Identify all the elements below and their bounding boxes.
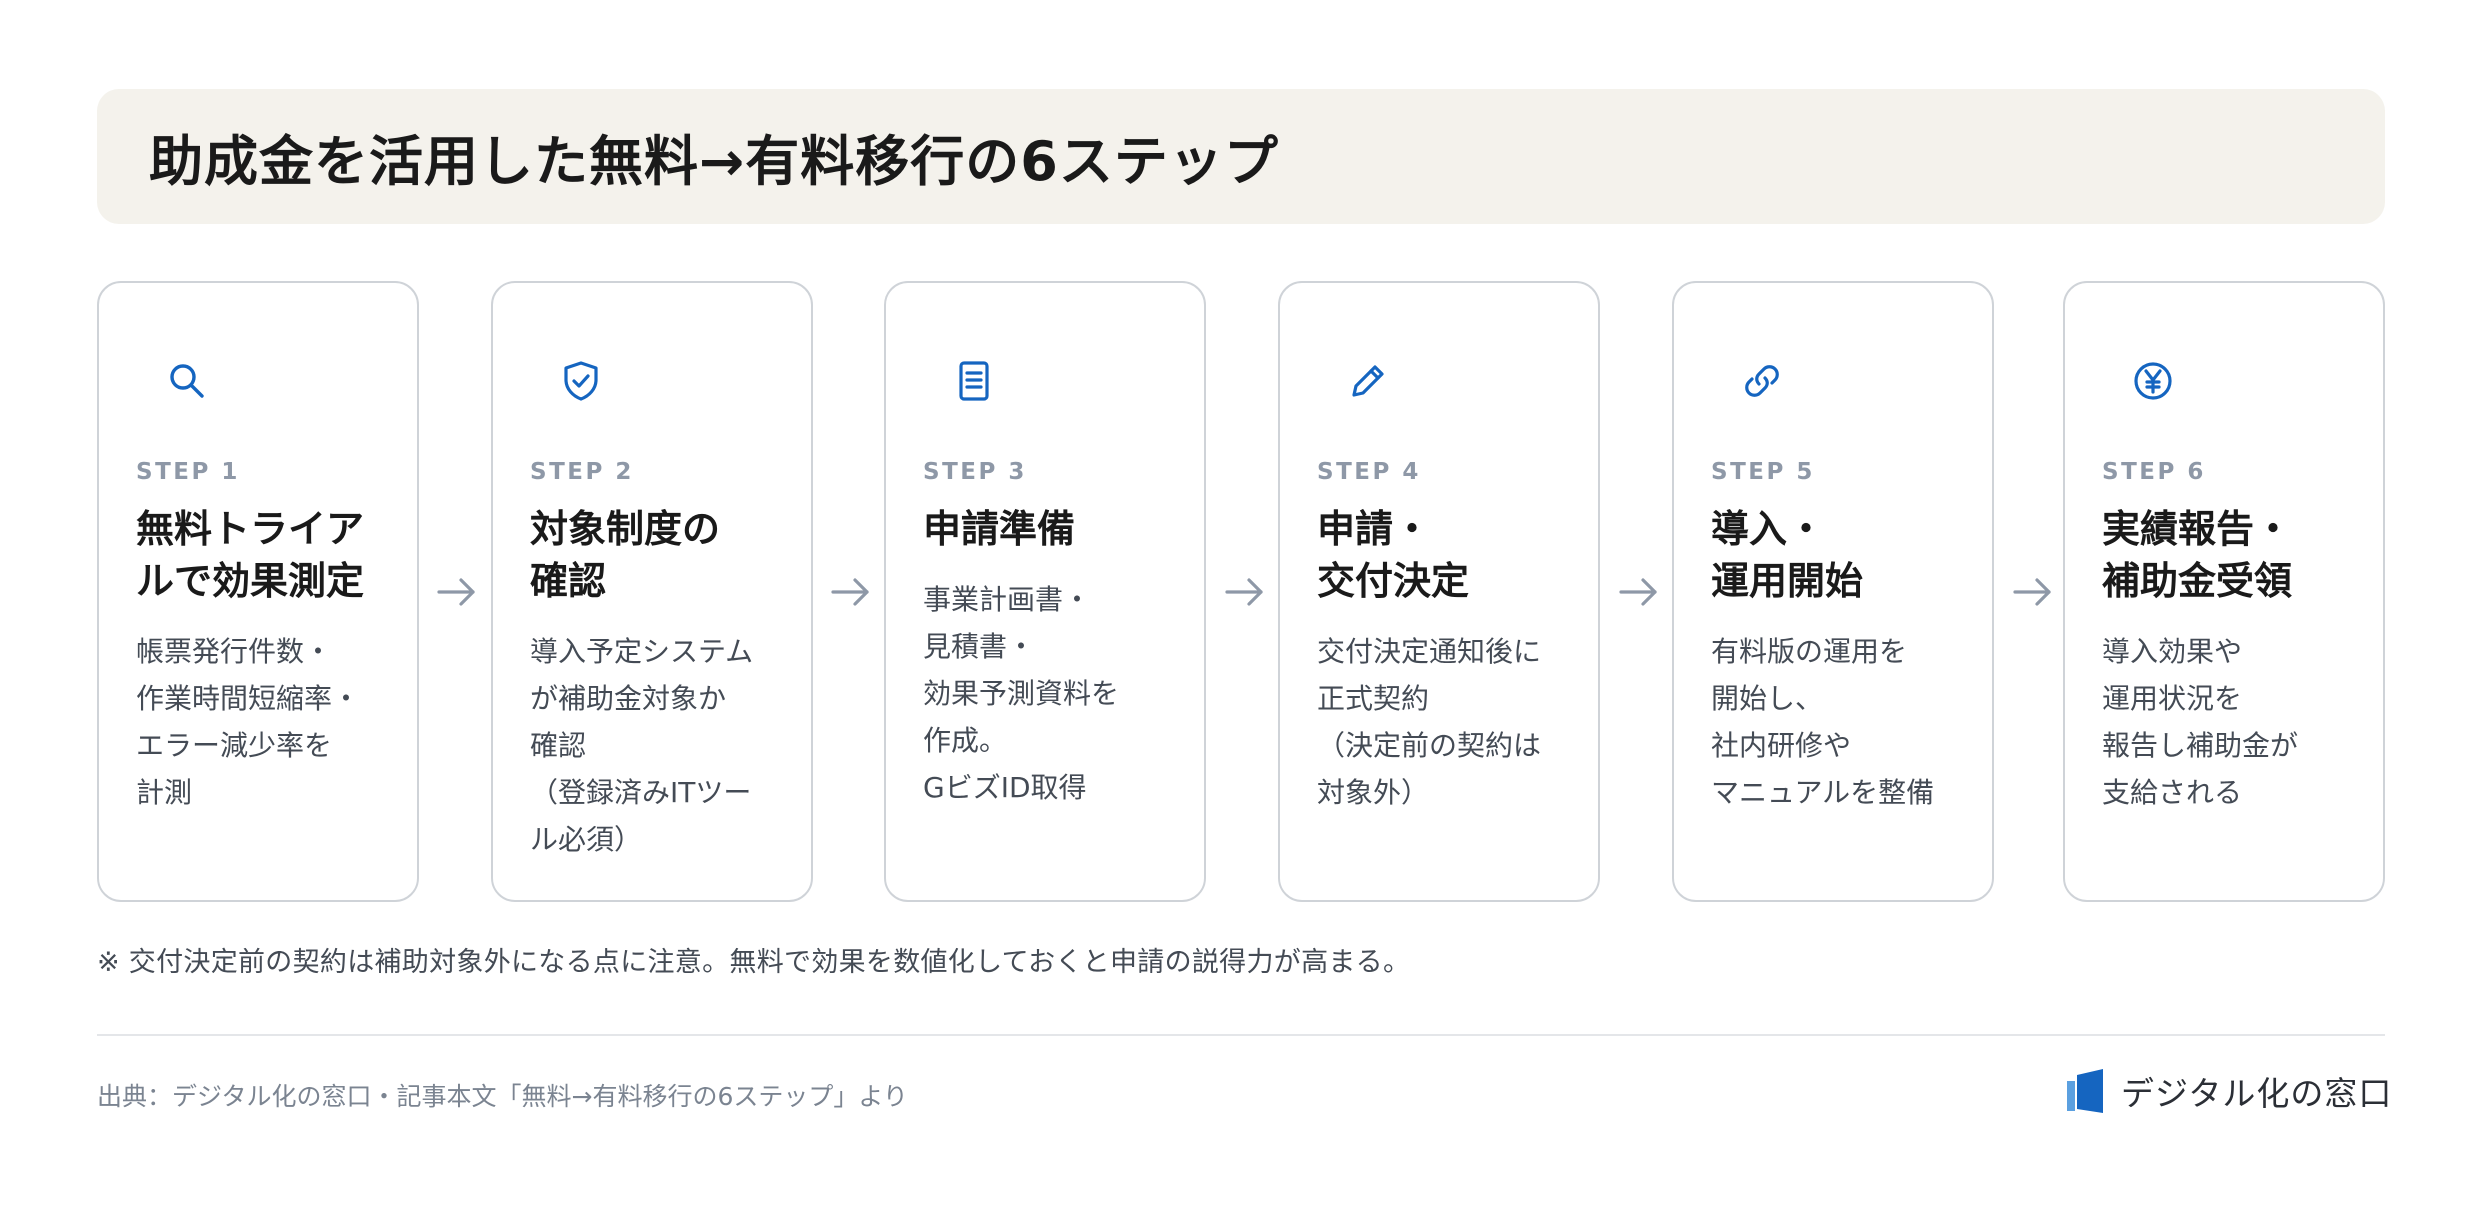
step-title: 導入・ 運用開始 xyxy=(1711,503,1981,607)
step-desc-line: 確認 xyxy=(530,729,587,762)
step-title-line: 対象制度の xyxy=(530,507,721,551)
arrow-right-icon xyxy=(2009,572,2057,612)
step-title-line: 申請準備 xyxy=(923,507,1076,551)
step-desc-line: 事業計画書・ xyxy=(923,583,1092,616)
logo-mark-icon xyxy=(2067,1067,2107,1115)
steps-flow: STEP 1 無料トライア ルで効果測定 帳票発行件数・ 作業時間短縮率・ エラ… xyxy=(97,281,2385,902)
step-label: STEP 5 xyxy=(1711,459,1815,485)
title-banner: 助成金を活用した無料→有料移行の6ステップ xyxy=(97,89,2385,224)
step-desc-line: 有料版の運用を xyxy=(1711,635,1908,668)
step-desc-line: が補助金対象か xyxy=(530,682,727,715)
arrow-right-icon xyxy=(827,572,875,612)
step-desc-line: 導入効果や xyxy=(2102,635,2243,668)
step-card-6: STEP 6 実績報告・ 補助金受領 導入効果や 運用状況を 報告し補助金が 支… xyxy=(2063,281,2385,902)
step-desc-line: マニュアルを整備 xyxy=(1711,776,1935,809)
step-desc-line: 帳票発行件数・ xyxy=(136,635,333,668)
step-desc-line: 運用状況を xyxy=(2102,682,2243,715)
brand-logo: デジタル化の窓口 xyxy=(2067,1066,2392,1116)
arrow-right-icon xyxy=(1221,572,1269,612)
step-label: STEP 4 xyxy=(1317,459,1421,485)
logo-text: デジタル化の窓口 xyxy=(2121,1074,2393,1113)
step-title-line: 運用開始 xyxy=(1711,559,1864,603)
step-card-5: STEP 5 導入・ 運用開始 有料版の運用を 開始し、 社内研修や マニュアル… xyxy=(1672,281,1994,902)
step-desc-line: 作業時間短縮率・ xyxy=(136,682,361,715)
footer-divider xyxy=(97,1034,2385,1036)
step-card-4: STEP 4 申請・ 交付決定 交付決定通知後に 正式契約 （決定前の契約は 対… xyxy=(1278,281,1600,902)
pen-icon xyxy=(1344,357,1392,405)
arrow-right-icon xyxy=(1615,572,1663,612)
step-title-line: 導入・ xyxy=(1711,507,1826,551)
step-description: 導入予定システム が補助金対象か 確認 （登録済みITツー ル必須） xyxy=(530,628,802,863)
page-title: 助成金を活用した無料→有料移行の6ステップ xyxy=(149,130,1279,193)
step-desc-line: （登録済みITツー xyxy=(530,776,752,809)
step-desc-line: 効果予測資料を xyxy=(923,677,1120,710)
step-title: 実績報告・ 補助金受領 xyxy=(2102,503,2372,607)
step-label: STEP 3 xyxy=(923,459,1027,485)
step-description: 交付決定通知後に 正式契約 （決定前の契約は 対象外） xyxy=(1317,628,1589,816)
step-description: 導入効果や 運用状況を 報告し補助金が 支給される xyxy=(2102,628,2374,816)
step-desc-line: 社内研修や xyxy=(1711,729,1852,762)
source-citation: 出典：デジタル化の窓口・記事本文「無料→有料移行の6ステップ」より xyxy=(97,1082,908,1111)
step-desc-line: GビズID取得 xyxy=(923,771,1087,804)
step-title-line: 無料トライア xyxy=(136,507,365,551)
search-icon xyxy=(163,357,211,405)
shield-check-icon xyxy=(557,357,605,405)
step-title-line: 申請・ xyxy=(1317,507,1432,551)
step-card-1: STEP 1 無料トライア ルで効果測定 帳票発行件数・ 作業時間短縮率・ エラ… xyxy=(97,281,419,902)
step-title-line: 実績報告・ xyxy=(2102,507,2293,551)
step-title-line: 交付決定 xyxy=(1317,559,1470,603)
step-desc-line: 正式契約 xyxy=(1317,682,1430,715)
step-title: 申請準備 xyxy=(923,503,1193,555)
step-card-2: STEP 2 対象制度の 確認 導入予定システム が補助金対象か 確認 （登録済… xyxy=(491,281,813,902)
step-desc-line: 報告し補助金が xyxy=(2102,729,2299,762)
step-description: 帳票発行件数・ 作業時間短縮率・ エラー減少率を 計測 xyxy=(136,628,408,816)
step-title-line: ルで効果測定 xyxy=(136,559,365,603)
step-desc-line: 開始し、 xyxy=(1711,682,1824,715)
step-card-3: STEP 3 申請準備 事業計画書・ 見積書・ 効果予測資料を 作成。 GビズI… xyxy=(884,281,1206,902)
step-title-line: 確認 xyxy=(530,559,607,603)
step-label: STEP 1 xyxy=(136,459,240,485)
step-title: 申請・ 交付決定 xyxy=(1317,503,1587,607)
step-desc-line: 交付決定通知後に xyxy=(1317,635,1542,668)
step-desc-line: （決定前の契約は xyxy=(1317,729,1542,762)
step-desc-line: エラー減少率を xyxy=(136,729,333,762)
step-desc-line: 支給される xyxy=(2102,776,2243,809)
step-desc-line: 作成。 xyxy=(923,724,1008,757)
arrow-right-icon xyxy=(433,572,481,612)
link-icon xyxy=(1738,357,1786,405)
step-desc-line: 対象外） xyxy=(1317,776,1430,809)
step-label: STEP 6 xyxy=(2102,459,2206,485)
yen-icon xyxy=(2129,357,2177,405)
step-desc-line: ル必須） xyxy=(530,823,643,856)
step-desc-line: 導入予定システム xyxy=(530,635,754,668)
caution-note: ※ 交付決定前の契約は補助対象外になる点に注意。無料で効果を数値化しておくと申請… xyxy=(97,947,1411,978)
step-desc-line: 計測 xyxy=(136,776,193,809)
step-desc-line: 見積書・ xyxy=(923,630,1036,663)
step-title: 対象制度の 確認 xyxy=(530,503,800,607)
step-title: 無料トライア ルで効果測定 xyxy=(136,503,406,607)
step-description: 有料版の運用を 開始し、 社内研修や マニュアルを整備 xyxy=(1711,628,1983,816)
document-icon xyxy=(950,357,998,405)
step-title-line: 補助金受領 xyxy=(2102,559,2293,603)
step-description: 事業計画書・ 見積書・ 効果予測資料を 作成。 GビズID取得 xyxy=(923,576,1195,811)
step-label: STEP 2 xyxy=(530,459,634,485)
